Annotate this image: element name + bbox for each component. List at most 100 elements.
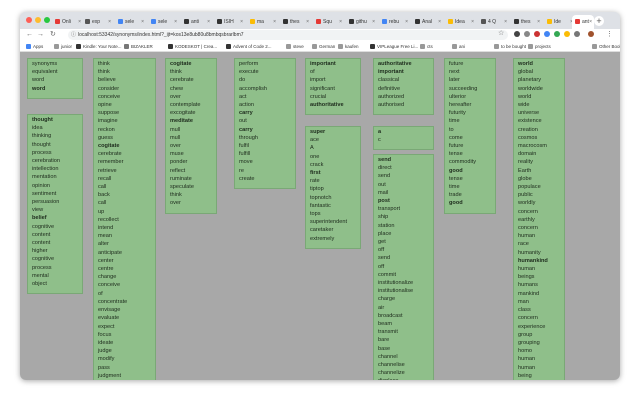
close-tab-icon[interactable]: ×: [405, 15, 408, 29]
word-item: race: [518, 241, 529, 248]
tab[interactable]: sele ×: [115, 15, 146, 29]
close-tab-icon[interactable]: ×: [141, 15, 144, 29]
word-item: domain: [518, 151, 537, 158]
close-tab-icon[interactable]: ×: [306, 15, 309, 29]
maximize-window-icon[interactable]: [44, 17, 50, 23]
close-tab-icon[interactable]: ×: [589, 15, 592, 29]
tab[interactable]: githu ×: [346, 15, 377, 29]
word-item: creation: [518, 126, 538, 133]
close-tab-icon[interactable]: ×: [108, 15, 111, 29]
word-item: over: [170, 93, 181, 100]
bookmark-item[interactable]: German: [312, 41, 335, 52]
tab[interactable]: exp ×: [82, 15, 113, 29]
close-tab-icon[interactable]: ×: [471, 15, 474, 29]
word-item: mail: [378, 189, 389, 196]
tab[interactable]: thes ×: [511, 15, 542, 29]
menu-icon[interactable]: ⋮: [606, 30, 613, 40]
word-item: experience: [518, 323, 546, 330]
word-item: ideate: [98, 339, 114, 346]
word-item: chew: [170, 85, 184, 92]
word-item: anticipate: [98, 249, 122, 256]
tab[interactable]: ant ×: [572, 15, 594, 29]
bookmark-item[interactable]: ani: [452, 41, 465, 52]
tab[interactable]: Ide×: [544, 15, 575, 29]
folder-icon: [494, 44, 499, 49]
word-item: content: [32, 231, 51, 238]
tab[interactable]: Onli ×: [52, 15, 83, 29]
word-item: super: [310, 129, 326, 135]
bookmark-item[interactable]: junior: [54, 41, 72, 52]
close-window-icon[interactable]: [26, 17, 32, 23]
word-item: a: [378, 129, 382, 135]
tab-favicon-icon: [575, 19, 580, 24]
close-tab-icon[interactable]: ×: [372, 15, 375, 29]
close-tab-icon[interactable]: ×: [438, 15, 441, 29]
close-tab-icon[interactable]: ×: [174, 15, 177, 29]
bookmark-star-icon[interactable]: ☆: [498, 30, 504, 37]
back-icon[interactable]: ←: [26, 30, 33, 40]
bookmark-item[interactable]: kaufen: [338, 41, 359, 52]
bookmark-item[interactable]: steve: [286, 41, 304, 52]
tab[interactable]: sele ×: [148, 15, 179, 29]
extension-icon[interactable]: [544, 31, 550, 37]
bookmark-item[interactable]: BIZAKLER: [124, 41, 153, 52]
close-tab-icon[interactable]: ×: [504, 15, 507, 29]
word-item: beings: [518, 274, 535, 281]
word-item: global: [518, 69, 533, 76]
bookmark-item[interactable]: Apps: [26, 41, 43, 52]
bookmark-item[interactable]: KODESKOT | Crea...: [168, 41, 217, 52]
extension-icon[interactable]: [514, 31, 520, 37]
bookmark-item[interactable]: Advent of Code 2...: [226, 41, 272, 52]
extension-icon[interactable]: [574, 31, 580, 37]
word-item: ponder: [170, 159, 188, 166]
tab[interactable]: 4 Q ×: [478, 15, 509, 29]
reload-icon[interactable]: ↻: [50, 30, 56, 40]
tab[interactable]: thes ×: [280, 15, 311, 29]
word-item: future: [449, 61, 464, 67]
bookmark-item[interactable]: Other Bookmarks: [592, 41, 620, 52]
extension-icon[interactable]: [524, 31, 530, 37]
new-tab-button[interactable]: +: [594, 16, 604, 26]
bookmark-item[interactable]: to be bought: [494, 41, 526, 52]
word-item: mull: [170, 134, 181, 141]
tab-favicon-icon: [316, 19, 321, 24]
address-bar[interactable]: ⓘ localhost:53342/synonyms/index.html?_i…: [68, 30, 508, 40]
word-item: world: [518, 93, 532, 100]
word-item: cerebrate: [98, 151, 122, 158]
word-item: off: [378, 263, 385, 270]
close-tab-icon[interactable]: ×: [537, 15, 540, 29]
bookmark-item[interactable]: VIPLeague Free Li...: [370, 41, 418, 52]
minimize-window-icon[interactable]: [35, 17, 41, 23]
word-item: populace: [518, 184, 541, 191]
extension-icon[interactable]: [564, 31, 570, 37]
tab[interactable]: ma ×: [247, 15, 278, 29]
extension-icon[interactable]: [534, 31, 540, 37]
tab[interactable]: rebu ×: [379, 15, 410, 29]
tab[interactable]: Idea ×: [445, 15, 476, 29]
word-item: trade: [449, 192, 462, 199]
close-tab-icon[interactable]: ×: [207, 15, 210, 29]
bookmark-item[interactable]: Kindle: Your Note...: [76, 41, 122, 52]
word-item: base: [378, 345, 391, 352]
word-item: modify: [98, 356, 115, 363]
word-item: Earth: [518, 167, 532, 174]
folder-icon: [528, 44, 533, 49]
profile-avatar[interactable]: [588, 31, 594, 37]
close-tab-icon[interactable]: ×: [78, 15, 81, 29]
word-item: call: [98, 200, 107, 207]
tab[interactable]: Squ ×: [313, 15, 344, 29]
close-tab-icon[interactable]: ×: [240, 15, 243, 29]
tab[interactable]: anti ×: [181, 15, 212, 29]
info-icon[interactable]: ⓘ: [71, 30, 76, 40]
tab[interactable]: Anal ×: [412, 15, 443, 29]
word-item: process: [32, 149, 52, 156]
close-tab-icon[interactable]: ×: [339, 15, 342, 29]
close-tab-icon[interactable]: ×: [273, 15, 276, 29]
bookmark-item[interactable]: cts: [420, 41, 433, 52]
tab[interactable]: ISIH ×: [214, 15, 245, 29]
forward-icon[interactable]: →: [37, 30, 44, 40]
bookmark-item[interactable]: projects: [528, 41, 551, 52]
extension-icon[interactable]: [554, 31, 560, 37]
word-item: post: [378, 198, 390, 205]
word-item: envisage: [98, 307, 121, 314]
